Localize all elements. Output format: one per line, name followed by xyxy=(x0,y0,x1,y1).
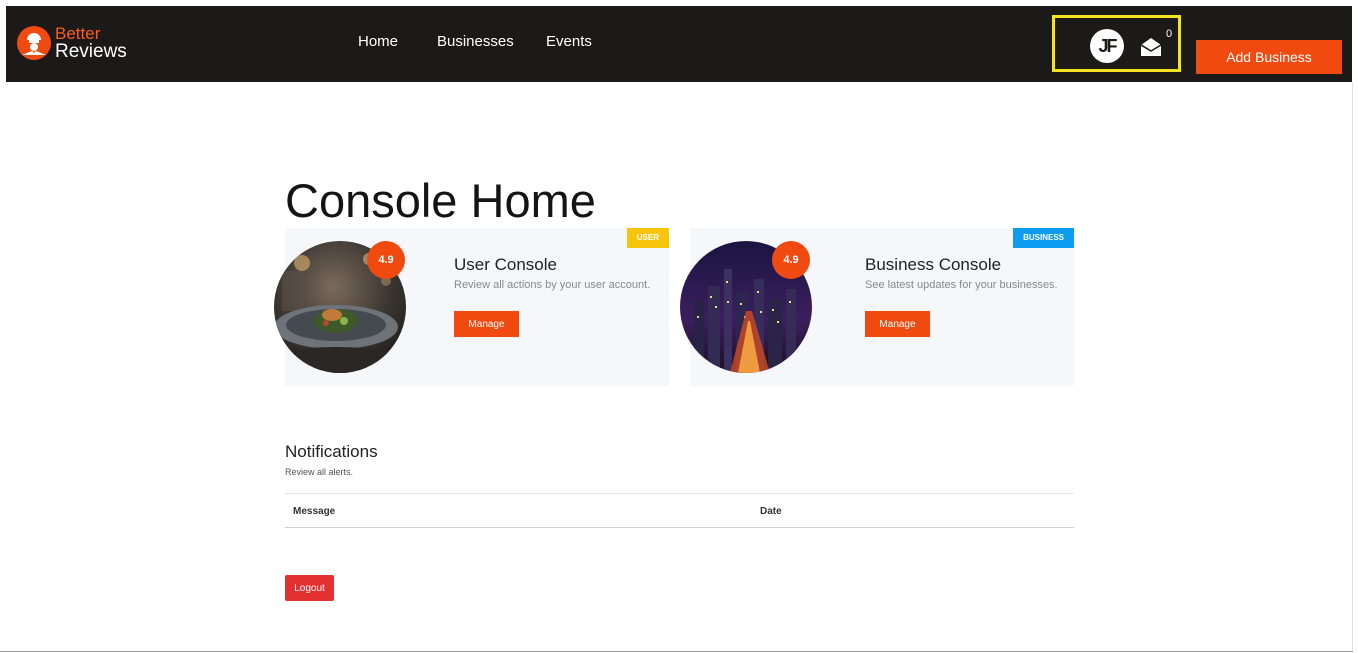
page-edge-bottom xyxy=(0,651,1353,652)
user-console-title: User Console xyxy=(454,255,557,274)
page-edge-right xyxy=(1352,82,1353,652)
user-console-manage-button[interactable]: Manage xyxy=(454,311,519,337)
business-console-card: BUSINESS 4.9 Business Console See latest… xyxy=(680,228,1074,386)
notifications-title: Notifications xyxy=(285,442,378,461)
add-business-button[interactable]: Add Business xyxy=(1196,40,1342,74)
brand-name-line2: Reviews xyxy=(55,41,127,62)
business-console-rating: 4.9 xyxy=(772,241,810,279)
top-navbar: Better Reviews Home Businesses Events JF… xyxy=(6,6,1352,82)
business-badge: BUSINESS xyxy=(1013,228,1074,248)
nav-home-link[interactable]: Home xyxy=(358,33,398,51)
business-console-manage-button[interactable]: Manage xyxy=(865,311,930,337)
table-header-divider xyxy=(285,527,1074,528)
mail-count-badge: 0 xyxy=(1166,28,1173,40)
table-top-divider xyxy=(285,493,1074,494)
column-header-message: Message xyxy=(293,506,336,517)
page-title: Console Home xyxy=(285,174,596,227)
business-console-description: See latest updates for your businesses. xyxy=(865,279,1058,291)
nav-businesses-link[interactable]: Businesses xyxy=(437,33,514,51)
notifications-subtitle: Review all alerts. xyxy=(285,467,354,477)
user-console-rating: 4.9 xyxy=(367,241,405,279)
nav-events-link[interactable]: Events xyxy=(546,33,592,51)
user-console-description: Review all actions by your user account. xyxy=(454,279,651,291)
column-header-date: Date xyxy=(760,506,782,517)
user-badge: USER xyxy=(626,228,669,248)
business-console-title: Business Console xyxy=(865,255,1002,274)
brand-logo[interactable]: Better Reviews xyxy=(16,25,156,65)
mail-icon[interactable] xyxy=(1139,36,1163,58)
user-avatar[interactable]: JF xyxy=(1090,29,1124,63)
logout-button[interactable]: Logout xyxy=(285,575,334,601)
user-console-card: USER 4.9 User Console Review all actions… xyxy=(274,228,669,386)
chef-logo-icon xyxy=(17,26,51,60)
